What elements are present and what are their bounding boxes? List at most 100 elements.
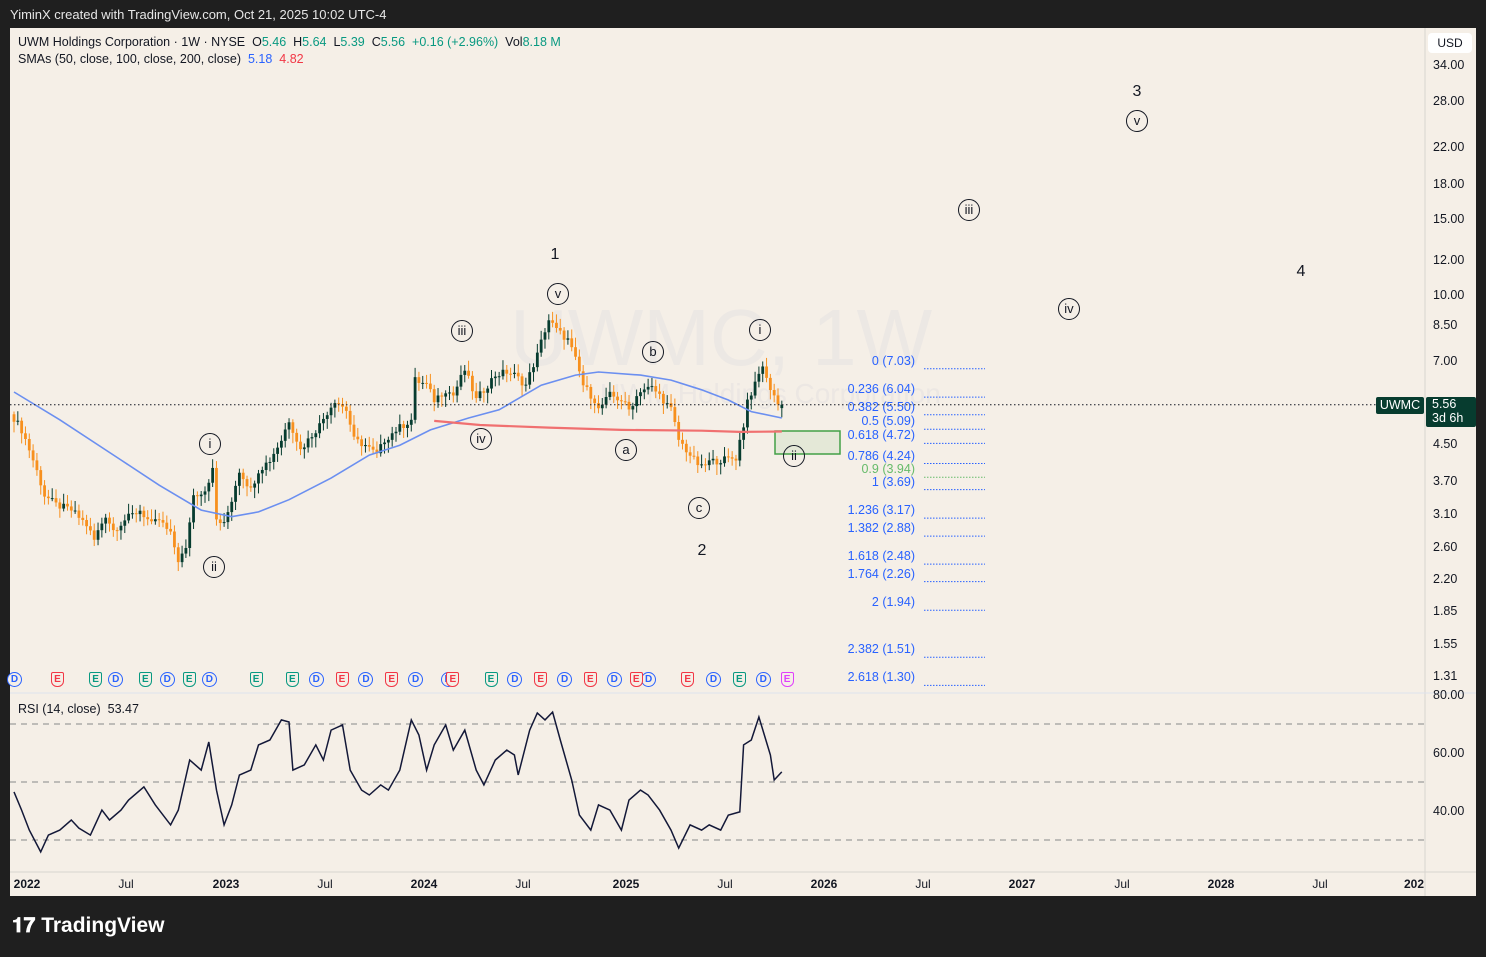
candle-body[interactable] — [772, 390, 776, 396]
candle-body[interactable] — [742, 427, 746, 440]
candle-body[interactable] — [329, 407, 333, 416]
candle-body[interactable] — [337, 403, 341, 405]
candle-body[interactable] — [218, 519, 222, 524]
candle-body[interactable] — [516, 372, 520, 377]
candle-body[interactable] — [684, 443, 688, 453]
candle-body[interactable] — [562, 330, 566, 340]
candle-body[interactable] — [20, 420, 24, 434]
candle-body[interactable] — [593, 398, 597, 404]
earnings-event-icon[interactable]: E — [50, 672, 64, 687]
candle-body[interactable] — [768, 377, 772, 391]
candle-body[interactable] — [207, 482, 211, 492]
candle-body[interactable] — [673, 407, 677, 423]
candle-body[interactable] — [268, 461, 272, 463]
candle-body[interactable] — [287, 422, 291, 430]
earnings-event-icon[interactable]: E — [732, 672, 746, 687]
candle-body[interactable] — [753, 381, 757, 396]
candle-body[interactable] — [192, 495, 195, 523]
candle-body[interactable] — [616, 396, 619, 401]
candle-body[interactable] — [234, 485, 237, 502]
candle-body[interactable] — [650, 386, 654, 388]
candle-body[interactable] — [27, 439, 31, 451]
candle-body[interactable] — [577, 356, 581, 372]
candle-body[interactable] — [432, 389, 436, 403]
candle-body[interactable] — [574, 347, 577, 357]
candle-body[interactable] — [436, 395, 440, 403]
candle-body[interactable] — [46, 496, 50, 499]
candle-body[interactable] — [543, 332, 547, 340]
candle-body[interactable] — [505, 369, 509, 374]
candle-body[interactable] — [746, 399, 749, 428]
candle-body[interactable] — [757, 373, 761, 382]
candle-body[interactable] — [413, 377, 417, 420]
candle-body[interactable] — [551, 320, 555, 323]
candle-body[interactable] — [24, 433, 27, 440]
candle-body[interactable] — [459, 374, 463, 387]
candle-body[interactable] — [81, 517, 85, 520]
candle-body[interactable] — [425, 382, 428, 384]
candle-body[interactable] — [176, 547, 180, 563]
earnings-event-icon[interactable]: E — [484, 672, 498, 687]
candle-body[interactable] — [513, 372, 516, 375]
candle-body[interactable] — [455, 386, 459, 396]
candle-body[interactable] — [509, 373, 512, 375]
earnings-event-icon[interactable]: E — [534, 672, 548, 687]
candle-body[interactable] — [535, 352, 539, 368]
candle-body[interactable] — [440, 395, 444, 397]
wave-label-2[interactable]: 2 — [698, 542, 707, 560]
candle-body[interactable] — [291, 422, 295, 433]
candle-body[interactable] — [104, 517, 108, 524]
candle-body[interactable] — [364, 444, 367, 447]
candle-body[interactable] — [417, 377, 421, 383]
candle-body[interactable] — [237, 472, 241, 486]
candle-body[interactable] — [276, 447, 279, 454]
candle-body[interactable] — [780, 404, 784, 409]
dividend-event-icon[interactable]: D — [557, 672, 573, 687]
candle-body[interactable] — [390, 433, 394, 440]
wave-label-3-i[interactable]: i — [749, 319, 771, 341]
candle-body[interactable] — [547, 320, 551, 333]
candle-body[interactable] — [138, 510, 142, 515]
earnings-event-icon[interactable]: E — [335, 672, 349, 687]
candle-body[interactable] — [612, 391, 616, 397]
candle-body[interactable] — [356, 436, 360, 440]
candle-body[interactable] — [100, 523, 104, 531]
candle-body[interactable] — [161, 520, 165, 523]
earnings-event-icon[interactable]: E — [780, 672, 794, 687]
candle-body[interactable] — [66, 503, 69, 507]
earnings-event-icon[interactable]: E — [182, 672, 196, 687]
earnings-event-icon[interactable]: E — [285, 672, 299, 687]
wave-label-iii[interactable]: iii — [451, 320, 473, 342]
sma-legend[interactable]: SMAs (50, close, 100, close, 200, close)… — [18, 52, 304, 66]
candle-body[interactable] — [146, 517, 150, 520]
candle-body[interactable] — [58, 502, 62, 509]
candle-body[interactable] — [711, 458, 715, 461]
candle-body[interactable] — [665, 403, 669, 405]
dividend-event-icon[interactable]: D — [308, 672, 324, 687]
candle-body[interactable] — [528, 372, 532, 385]
candle-body[interactable] — [681, 439, 684, 444]
candle-body[interactable] — [92, 530, 96, 540]
earnings-event-icon[interactable]: E — [583, 672, 597, 687]
candle-body[interactable] — [409, 419, 413, 425]
candle-body[interactable] — [222, 522, 226, 524]
candle-body[interactable] — [570, 338, 574, 348]
wave-label-b[interactable]: b — [642, 341, 664, 363]
candle-body[interactable] — [402, 424, 406, 428]
candle-body[interactable] — [608, 391, 612, 398]
candle-body[interactable] — [257, 473, 260, 484]
wave-label-3-ii[interactable]: ii — [783, 445, 805, 467]
candle-body[interactable] — [428, 383, 432, 390]
candle-body[interactable] — [604, 397, 608, 405]
earnings-event-icon[interactable]: E — [446, 672, 460, 687]
candle-body[interactable] — [31, 450, 35, 461]
candle-body[interactable] — [398, 424, 402, 432]
candle-body[interactable] — [188, 522, 192, 548]
wave-label-3[interactable]: 3 — [1133, 83, 1142, 101]
candle-body[interactable] — [654, 386, 658, 392]
candle-body[interactable] — [306, 438, 310, 448]
candle-body[interactable] — [173, 531, 176, 548]
candle-body[interactable] — [77, 510, 81, 518]
candle-body[interactable] — [635, 396, 639, 407]
dividend-event-icon[interactable]: D — [755, 672, 771, 687]
